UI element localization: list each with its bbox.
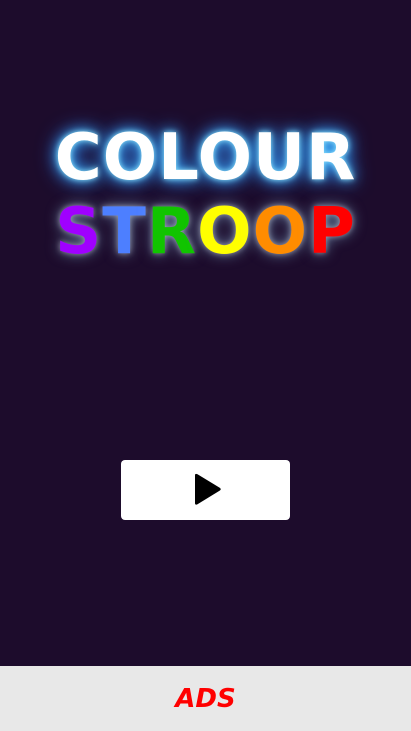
title-letter: O	[197, 195, 253, 269]
game-screen: COLOUR STROOP	[0, 0, 411, 666]
title-stroop: STROOP	[0, 192, 411, 272]
title-letter: S	[55, 195, 103, 269]
play-icon	[194, 473, 221, 505]
title-letter: P	[307, 195, 356, 269]
play-button[interactable]	[121, 460, 290, 520]
title-colour: COLOUR	[54, 121, 357, 195]
title-letter: R	[146, 195, 198, 269]
title-letter: T	[102, 195, 147, 269]
ads-banner[interactable]: ADS	[0, 666, 411, 731]
title-letter: O	[252, 195, 308, 269]
ads-label: ADS	[175, 683, 236, 714]
